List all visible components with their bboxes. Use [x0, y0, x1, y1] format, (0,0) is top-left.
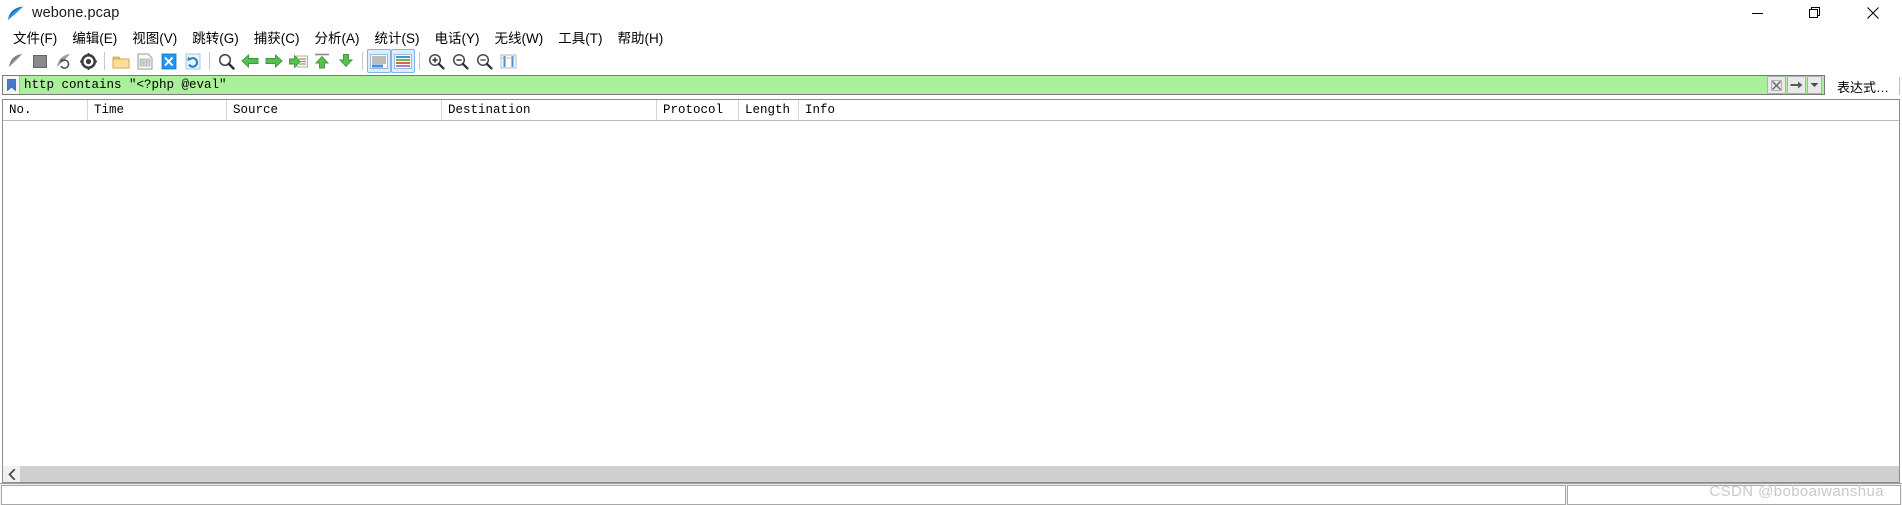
title-bar-left: webone.pcap: [0, 5, 119, 21]
go-back-icon[interactable]: [238, 49, 262, 73]
main-toolbar: [0, 48, 1902, 75]
menu-bar: 文件(F) 编辑(E) 视图(V) 跳转(G) 捕获(C) 分析(A) 统计(S…: [0, 26, 1902, 48]
toolbar-separator-1: [104, 52, 105, 70]
auto-scroll-icon[interactable]: [367, 49, 391, 73]
find-packet-icon[interactable]: [214, 49, 238, 73]
status-bar-left-panel: [1, 484, 1566, 505]
start-capture-icon[interactable]: [4, 49, 28, 73]
filter-bookmark-icon[interactable]: [3, 76, 20, 94]
zoom-in-icon[interactable]: [424, 49, 448, 73]
menu-help[interactable]: 帮助(H): [610, 25, 670, 49]
column-header-no[interactable]: No.: [3, 100, 88, 120]
menu-analyze[interactable]: 分析(A): [308, 25, 367, 49]
column-header-destination[interactable]: Destination: [442, 100, 657, 120]
window-title: webone.pcap: [32, 5, 120, 21]
wireshark-window: webone.pcap 文件(F) 编辑(E) 视图(V) 跳转(G) 捕获(C…: [0, 0, 1902, 505]
filter-expression-button[interactable]: 表达式…: [1825, 75, 1899, 97]
menu-edit[interactable]: 编辑(E): [65, 25, 124, 49]
packet-list-column-headers: No. Time Source Destination Protocol Len…: [3, 100, 1899, 121]
capture-options-icon[interactable]: [76, 49, 100, 73]
toolbar-separator-3: [362, 52, 363, 70]
column-header-protocol[interactable]: Protocol: [657, 100, 739, 120]
column-header-info[interactable]: Info: [799, 100, 1899, 120]
go-forward-icon[interactable]: [262, 49, 286, 73]
column-header-length[interactable]: Length: [739, 100, 799, 120]
close-file-icon[interactable]: [157, 49, 181, 73]
packet-list-rows[interactable]: [3, 121, 1899, 465]
save-file-icon[interactable]: [133, 49, 157, 73]
go-last-packet-icon[interactable]: [334, 49, 358, 73]
go-to-packet-icon[interactable]: [286, 49, 310, 73]
zoom-out-icon[interactable]: [448, 49, 472, 73]
menu-tools[interactable]: 工具(T): [551, 25, 609, 49]
display-filter-input[interactable]: [20, 76, 1766, 94]
window-controls: [1728, 0, 1902, 26]
go-first-packet-icon[interactable]: [310, 49, 334, 73]
close-button[interactable]: [1844, 0, 1902, 26]
menu-telephony[interactable]: 电话(Y): [428, 25, 487, 49]
menu-go[interactable]: 跳转(G): [185, 25, 246, 49]
display-filter-bar: 表达式…: [0, 75, 1902, 97]
column-header-source[interactable]: Source: [227, 100, 442, 120]
toolbar-separator-2: [209, 52, 210, 70]
restart-capture-icon[interactable]: [52, 49, 76, 73]
scrollbar-track[interactable]: [20, 466, 1899, 482]
stop-capture-icon[interactable]: [28, 49, 52, 73]
wireshark-shark-fin-icon: [7, 6, 25, 21]
display-filter-box[interactable]: [2, 75, 1825, 95]
zoom-reset-icon[interactable]: [472, 49, 496, 73]
filter-history-chevron-icon[interactable]: [1806, 76, 1822, 94]
packet-list-horizontal-scrollbar[interactable]: [3, 465, 1899, 482]
resize-columns-icon[interactable]: [496, 49, 520, 73]
menu-statistics[interactable]: 统计(S): [368, 25, 427, 49]
scroll-left-chevron-icon[interactable]: [3, 466, 20, 482]
menu-wireless[interactable]: 无线(W): [488, 25, 551, 49]
status-bar-right-panel: [1567, 484, 1901, 505]
status-bar: [0, 483, 1902, 505]
open-file-icon[interactable]: [109, 49, 133, 73]
filter-bar-end-divider: [1899, 77, 1900, 95]
packet-list-panel: No. Time Source Destination Protocol Len…: [2, 99, 1900, 483]
filter-buttons: [1766, 76, 1824, 94]
menu-capture[interactable]: 捕获(C): [247, 25, 307, 49]
toolbar-separator-4: [419, 52, 420, 70]
clear-filter-icon[interactable]: [1766, 76, 1786, 94]
menu-view[interactable]: 视图(V): [125, 25, 184, 49]
column-header-time[interactable]: Time: [88, 100, 227, 120]
reload-file-icon[interactable]: [181, 49, 205, 73]
apply-filter-arrow-icon[interactable]: [1786, 76, 1806, 94]
restore-button[interactable]: [1786, 0, 1844, 26]
minimize-button[interactable]: [1728, 0, 1786, 26]
title-bar: webone.pcap: [0, 0, 1902, 26]
colorize-packets-icon[interactable]: [391, 49, 415, 73]
menu-file[interactable]: 文件(F): [6, 25, 64, 49]
